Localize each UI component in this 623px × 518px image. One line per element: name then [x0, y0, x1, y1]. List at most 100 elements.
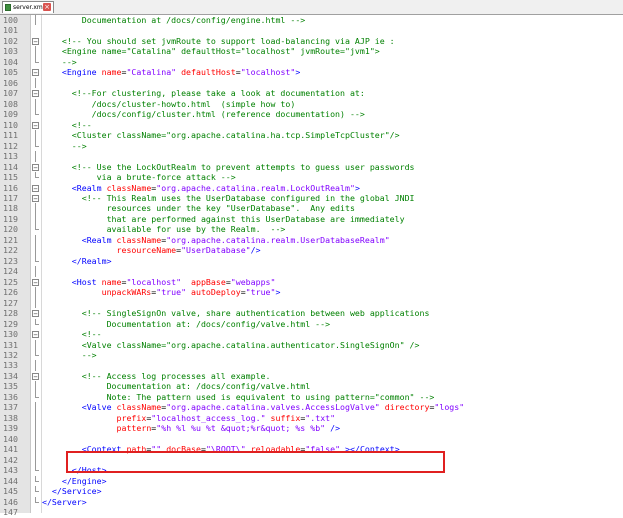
code-token: "org.apache.catalina.valves.AccessLogVal… [166, 402, 380, 413]
code-token: "%h %l %u %t &quot;%r&quot; %s %b" [156, 423, 326, 434]
code-line[interactable]: 113 [0, 151, 623, 162]
code-token: > [275, 287, 281, 298]
code-text: unpackWARs="true" autoDeploy="true"> [42, 287, 281, 298]
code-line[interactable]: 124 [0, 266, 623, 277]
code-text: Documentation at: /docs/config/valve.htm… [42, 319, 331, 329]
code-token: Documentation at /docs/config/engine.htm… [42, 15, 306, 25]
code-line[interactable]: 127 [0, 297, 623, 309]
line-number: 110 [3, 119, 18, 130]
code-line[interactable]: 114 − <!-- Use the LockOutRealm to preven… [0, 162, 623, 172]
code-line[interactable]: 119 that are performed against this User… [0, 213, 623, 225]
line-number: 139 [3, 423, 18, 434]
tab-server-xml[interactable]: server.xml × [2, 1, 54, 13]
line-number: 119 [3, 213, 18, 224]
code-line[interactable]: 132 --> [0, 350, 623, 360]
code-line[interactable]: 111 <Cluster className="org.apache.catal… [0, 130, 623, 141]
code-line[interactable]: 105 − <Engine name="Catalina" defaultHost… [0, 67, 623, 77]
code-line[interactable]: 125 − <Host name="localhost" appBase="web… [0, 277, 623, 287]
fold-guide [35, 287, 36, 298]
code-line[interactable]: 139 pattern="%h %l %u %t &quot;%r&quot; … [0, 423, 623, 434]
code-text: pattern="%h %l %u %t &quot;%r&quot; %s %… [42, 423, 341, 434]
code-line[interactable]: 138 prefix="localhost_access_log." suffi… [0, 412, 623, 424]
code-line[interactable]: 102 − <!-- You should set jvmRoute to sup… [0, 36, 623, 46]
code-line[interactable]: 136 Note: The pattern used is equivalent… [0, 391, 623, 402]
fold-toggle-icon[interactable]: − [32, 331, 39, 339]
fold-guide [35, 203, 36, 214]
fold-toggle-icon[interactable]: − [32, 163, 39, 171]
code-line[interactable]: 126 unpackWARs="true" autoDeploy="true"> [0, 287, 623, 298]
line-number: 120 [3, 224, 18, 235]
code-line[interactable]: 120 available for use by the Realm. --> [0, 224, 623, 234]
fold-guide [35, 412, 36, 424]
code-text: <!-- Use the LockOutRealm to prevent att… [42, 162, 415, 172]
code-text: Documentation at /docs/config/engine.htm… [42, 15, 306, 25]
code-line[interactable]: 109 /docs/config/cluster.html (reference… [0, 109, 623, 119]
line-number: 130 [3, 329, 18, 340]
fold-guide [35, 77, 36, 89]
code-line[interactable]: 129 Documentation at: /docs/config/valve… [0, 318, 623, 329]
code-token: appBase [191, 276, 226, 287]
code-token: > [354, 182, 360, 193]
code-line[interactable]: 135 Documentation at: /docs/config/valve… [0, 381, 623, 392]
code-line[interactable]: 128 − <!-- SingleSignOn valve, share auth… [0, 308, 623, 318]
fold-toggle-icon[interactable]: − [32, 37, 39, 45]
fold-toggle-icon[interactable]: − [32, 121, 39, 129]
code-line[interactable]: 103 <Engine name="Catalina" defaultHost=… [0, 46, 623, 57]
code-line[interactable]: 140 [0, 433, 623, 445]
code-line[interactable]: 131 <Valve className="org.apache.catalin… [0, 339, 623, 350]
code-token: <!-- Use the LockOutRealm to prevent att… [42, 161, 415, 172]
code-line[interactable]: 145 </Service> [0, 486, 623, 496]
code-line[interactable]: 118 resources under the key "UserDatabas… [0, 203, 623, 214]
code-line[interactable]: 117 − <!-- This Realm uses the UserDataba… [0, 193, 623, 203]
code-line[interactable]: 101 [0, 25, 623, 35]
code-line[interactable]: 122 resourceName="UserDatabase"/> [0, 245, 623, 256]
code-text: /docs/cluster-howto.html (simple how to) [42, 99, 296, 109]
code-line[interactable]: 146 </Server> [0, 496, 623, 507]
fold-guide [35, 496, 39, 503]
line-number: 102 [3, 35, 18, 46]
fold-toggle-icon[interactable]: − [32, 372, 39, 380]
fold-guide [35, 56, 39, 63]
fold-toggle-icon[interactable]: − [32, 69, 39, 77]
code-line[interactable]: 110 − <!-- [0, 120, 623, 130]
code-line[interactable]: 104 --> [0, 56, 623, 67]
fold-toggle-icon[interactable]: − [32, 278, 39, 286]
code-line[interactable]: 115 via a brute-force attack --> [0, 172, 623, 182]
code-token: <!-- SingleSignOn valve, share authentic… [42, 308, 430, 319]
code-line[interactable]: 123 </Realm> [0, 255, 623, 266]
fold-toggle-icon[interactable]: − [32, 184, 39, 192]
code-token: autoDeploy [191, 287, 241, 298]
code-text: <Valve className="org.apache.catalina.au… [42, 340, 420, 350]
code-line[interactable]: 147 [0, 507, 623, 517]
code-token: --> [42, 56, 77, 67]
code-token: "org.apache.catalina.realm.UserDatabaseR… [166, 234, 390, 245]
code-line[interactable]: 112 --> [0, 140, 623, 151]
fold-toggle-icon[interactable]: − [32, 194, 39, 202]
code-line[interactable]: 116 − <Realm className="org.apache.catali… [0, 183, 623, 193]
code-token: </Service> [42, 486, 102, 497]
code-text: <Realm className="org.apache.catalina.re… [42, 183, 360, 193]
code-line[interactable]: 137 <Valve className="org.apache.catalin… [0, 402, 623, 413]
code-line[interactable]: 100 Documentation at /docs/config/engine… [0, 15, 623, 26]
code-token: className [116, 234, 162, 245]
line-number: 127 [3, 297, 18, 308]
code-text: <Cluster className="org.apache.catalina.… [42, 130, 400, 140]
fold-toggle-icon[interactable]: − [32, 90, 39, 98]
code-line[interactable]: 133 [0, 360, 623, 371]
close-tab-icon[interactable]: × [43, 3, 51, 11]
line-number: 100 [3, 15, 18, 25]
code-line[interactable]: 130 − <!-- [0, 329, 623, 339]
code-token: resourceName [116, 245, 177, 256]
code-editor[interactable]: 100 Documentation at /docs/config/engine… [0, 15, 623, 517]
line-number: 112 [3, 140, 18, 151]
code-line[interactable]: 108 /docs/cluster-howto.html (simple how… [0, 98, 623, 110]
fold-toggle-icon[interactable]: − [32, 310, 39, 318]
code-token: "localhost_access_log." [151, 412, 266, 423]
code-line[interactable]: 106 [0, 77, 623, 89]
code-line[interactable]: 121 <Realm className="org.apache.catalin… [0, 234, 623, 246]
code-line[interactable]: 144 </Engine> [0, 475, 623, 486]
code-line[interactable]: 107 − <!--For clustering, please take a l… [0, 88, 623, 98]
code-line[interactable]: 134 − <!-- Access log processes all examp… [0, 371, 623, 381]
